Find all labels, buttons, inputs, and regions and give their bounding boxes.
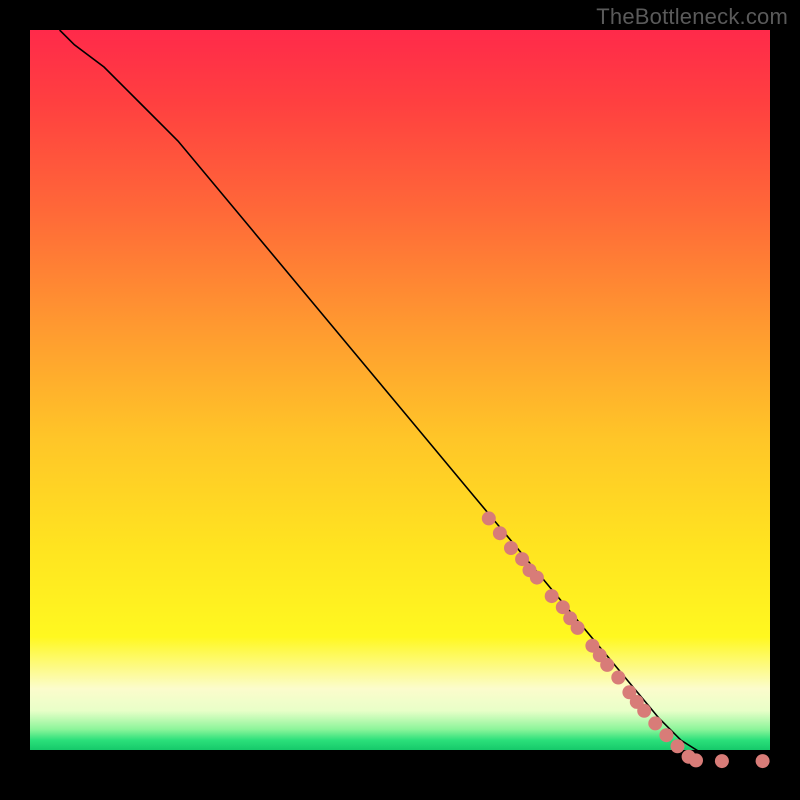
data-point bbox=[482, 511, 496, 525]
data-point bbox=[756, 754, 770, 768]
data-point bbox=[493, 526, 507, 540]
curve-line bbox=[60, 30, 770, 761]
data-point bbox=[689, 753, 703, 767]
data-point bbox=[659, 728, 673, 742]
data-point bbox=[715, 754, 729, 768]
data-point bbox=[648, 716, 662, 730]
data-point bbox=[611, 671, 625, 685]
data-point bbox=[671, 739, 685, 753]
chart-svg bbox=[30, 30, 770, 770]
data-point bbox=[600, 658, 614, 672]
data-point bbox=[504, 541, 518, 555]
data-point bbox=[571, 621, 585, 635]
scatter-dots bbox=[482, 511, 770, 768]
data-point bbox=[545, 589, 559, 603]
watermark-text: TheBottleneck.com bbox=[596, 4, 788, 30]
plot-area bbox=[30, 30, 770, 770]
chart-frame: TheBottleneck.com bbox=[0, 0, 800, 800]
data-point bbox=[637, 704, 651, 718]
data-point bbox=[530, 571, 544, 585]
